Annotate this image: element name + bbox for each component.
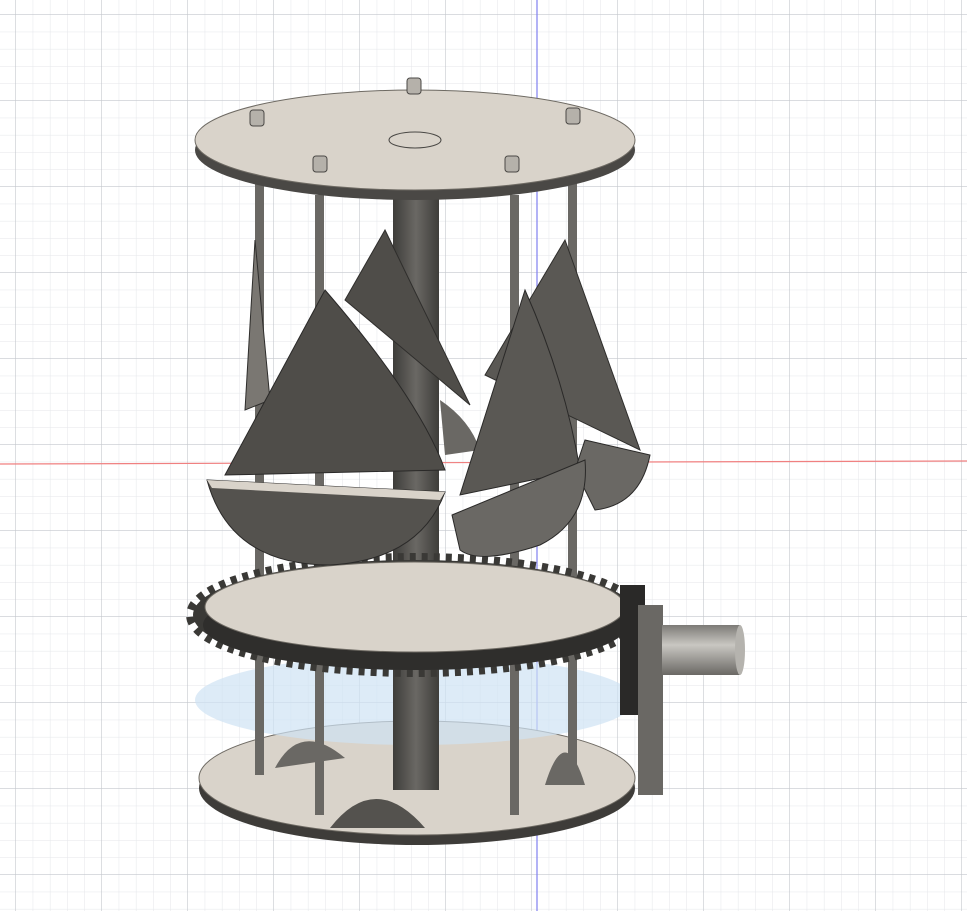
gear (193, 560, 637, 670)
cad-viewport[interactable] (0, 0, 967, 911)
